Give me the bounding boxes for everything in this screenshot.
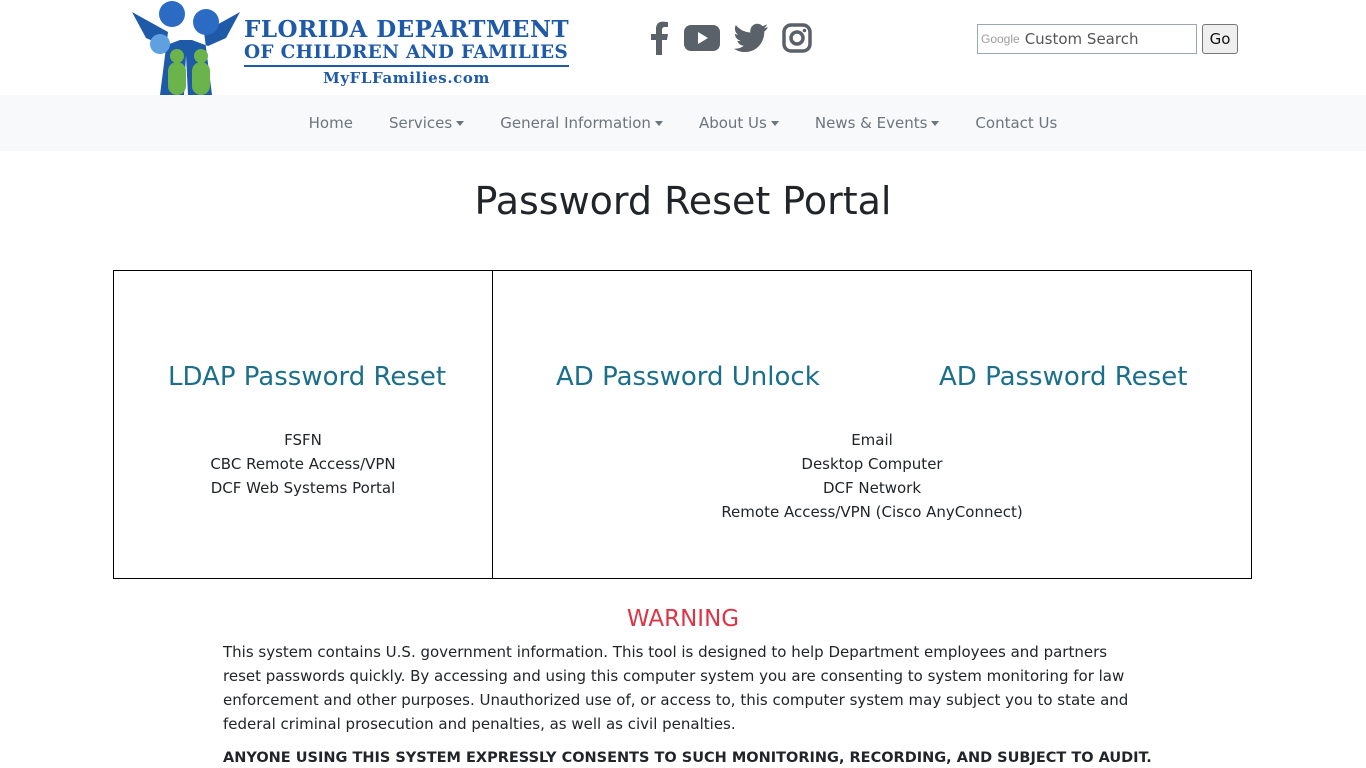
- facebook-icon[interactable]: [648, 21, 670, 59]
- ad-panel: AD Password Unlock AD Password Reset Ema…: [492, 270, 1252, 579]
- list-item: Email: [851, 431, 893, 449]
- instagram-icon[interactable]: [782, 23, 812, 57]
- ad-password-unlock-link[interactable]: AD Password Unlock: [556, 362, 820, 392]
- list-item: DCF Network: [822, 479, 922, 497]
- nav-item-label: Services: [388, 114, 453, 132]
- google-brand-label: Google: [981, 32, 1020, 46]
- list-item: Desktop Computer: [801, 455, 943, 473]
- ldap-password-reset-link[interactable]: LDAP Password Reset: [168, 362, 446, 392]
- nav-item-label: General Information: [500, 114, 651, 132]
- nav-item-label: Contact Us: [975, 114, 1058, 132]
- logo-wordmark: FLORIDA DEPARTMENT OF CHILDREN AND FAMIL…: [244, 16, 570, 87]
- list-item: DCF Web Systems Portal: [210, 479, 396, 497]
- search-go-button[interactable]: Go: [1202, 24, 1238, 54]
- nav-item-label: News & Events: [814, 114, 928, 132]
- list-item: FSFN: [284, 431, 322, 449]
- nav-item-services[interactable]: Services: [371, 114, 482, 132]
- logo-line-1: FLORIDA DEPARTMENT: [244, 16, 570, 43]
- nav-item-contact-us[interactable]: Contact Us: [957, 114, 1075, 132]
- main-nav: Home Services General Information About …: [0, 95, 1366, 151]
- ad-systems-list: Email Desktop Computer DCF Network Remot…: [493, 428, 1251, 524]
- nav-item-news-events[interactable]: News & Events: [797, 114, 958, 132]
- caret-down-icon: [770, 120, 779, 126]
- nav-item-general-information[interactable]: General Information: [482, 114, 681, 132]
- social-links: [648, 21, 812, 59]
- logo-line-2: OF CHILDREN AND FAMILIES: [244, 43, 570, 67]
- warning-text: This system contains U.S. government inf…: [223, 643, 1129, 733]
- family-figures-logo-icon: [132, 1, 240, 95]
- caret-down-icon: [931, 120, 940, 126]
- page-title: Password Reset Portal: [474, 179, 892, 223]
- search-input[interactable]: [1024, 30, 1185, 48]
- search-box: Google: [977, 24, 1197, 54]
- nav-item-label: Home: [308, 114, 353, 132]
- twitter-icon[interactable]: [734, 23, 768, 57]
- site-header: FLORIDA DEPARTMENT OF CHILDREN AND FAMIL…: [0, 0, 1366, 95]
- logo-line-3: MyFLFamilies.com: [323, 69, 490, 87]
- warning-title: WARNING: [626, 606, 740, 632]
- ldap-systems-list: FSFN CBC Remote Access/VPN DCF Web Syste…: [114, 428, 492, 500]
- ad-password-reset-link[interactable]: AD Password Reset: [939, 362, 1187, 392]
- dcf-logo[interactable]: FLORIDA DEPARTMENT OF CHILDREN AND FAMIL…: [130, 0, 570, 95]
- password-panels: LDAP Password Reset FSFN CBC Remote Acce…: [113, 270, 1253, 579]
- ldap-panel: LDAP Password Reset FSFN CBC Remote Acce…: [113, 270, 493, 579]
- caret-down-icon: [654, 120, 663, 126]
- nav-item-label: About Us: [698, 114, 767, 132]
- nav-item-about-us[interactable]: About Us: [681, 114, 797, 132]
- consent-notice: ANYONE USING THIS SYSTEM EXPRESSLY CONSE…: [223, 750, 1152, 766]
- youtube-icon[interactable]: [684, 24, 720, 56]
- nav-item-home[interactable]: Home: [291, 114, 371, 132]
- caret-down-icon: [456, 120, 465, 126]
- list-item: Remote Access/VPN (Cisco AnyConnect): [721, 503, 1023, 521]
- list-item: CBC Remote Access/VPN: [210, 455, 396, 473]
